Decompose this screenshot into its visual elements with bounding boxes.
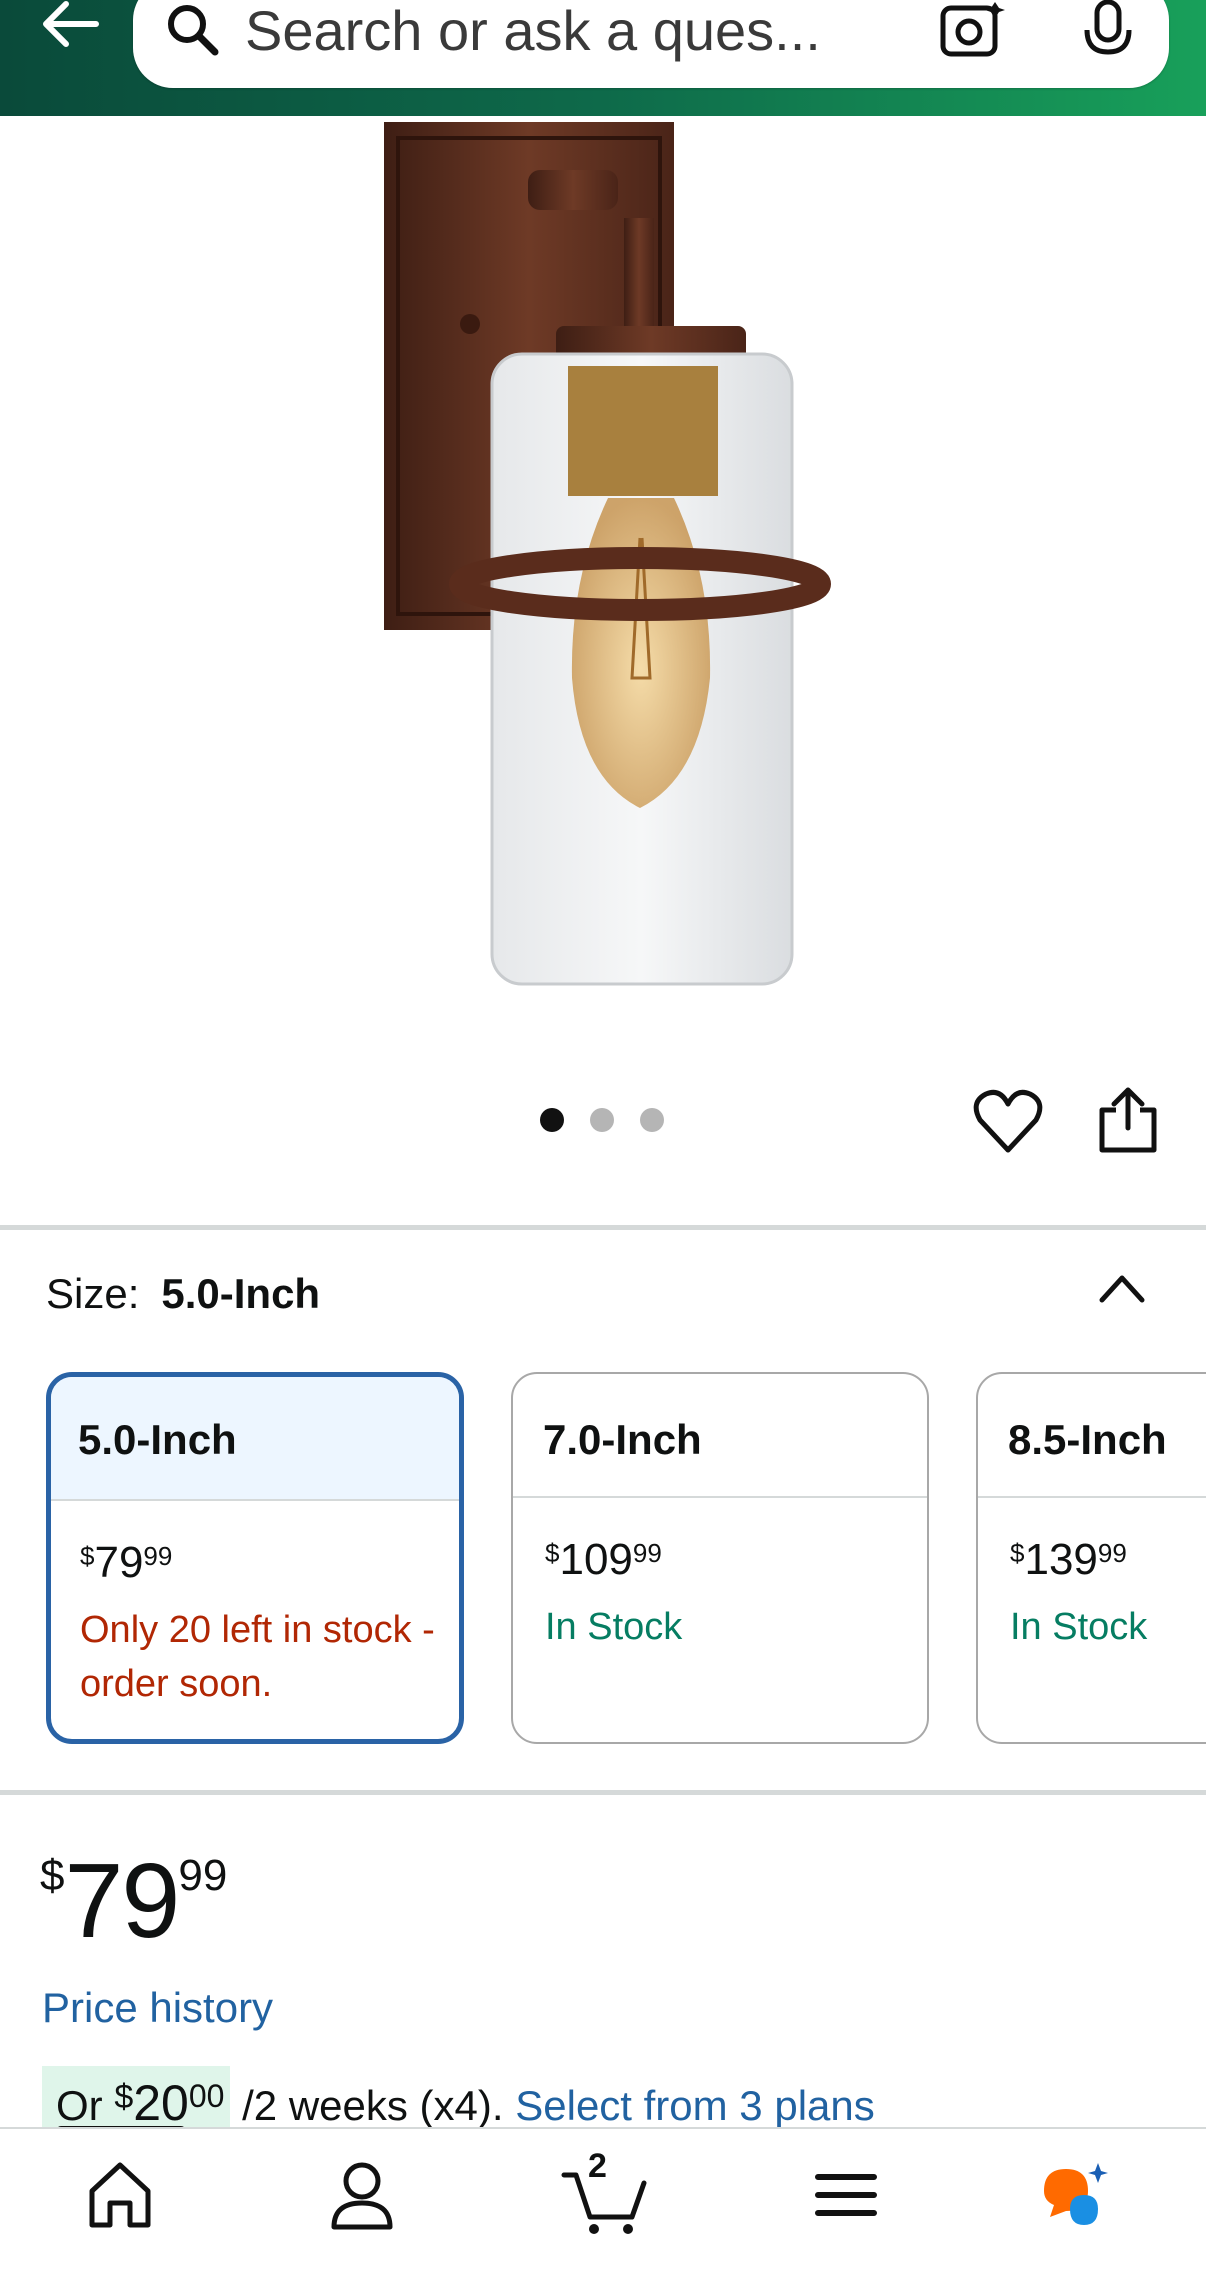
carousel-dot[interactable]	[590, 1108, 614, 1132]
voice-search-button[interactable]	[1073, 0, 1143, 68]
selected-size-value: 5.0-Inch	[161, 1270, 321, 1317]
size-label: Size:	[46, 1270, 140, 1317]
chevron-up-icon	[1099, 1275, 1145, 1303]
back-button[interactable]	[34, 0, 104, 60]
rufus-assistant-icon	[1044, 2163, 1108, 2225]
size-option-name: 8.5-Inch	[978, 1374, 1206, 1498]
size-option-7-inch[interactable]: 7.0-Inch $10999 In Stock	[511, 1372, 929, 1744]
installment-period: /2 weeks (x4).	[230, 2082, 516, 2129]
size-option-stock: In Stock	[1010, 1606, 1148, 1648]
menu-icon	[815, 2174, 877, 2216]
top-header	[0, 0, 1206, 116]
add-to-list-button[interactable]	[972, 1088, 1044, 1156]
search-input[interactable]	[245, 0, 1005, 62]
cart-count: 2	[588, 2147, 607, 2185]
search-icon	[168, 5, 219, 56]
nav-cart[interactable]: 2	[560, 2147, 652, 2235]
size-option-price: $10999	[545, 1535, 662, 1584]
heart-icon	[973, 1089, 1043, 1153]
product-image[interactable]	[340, 118, 860, 998]
price-history-link[interactable]: Price history	[42, 1984, 273, 2032]
section-divider	[0, 1225, 1206, 1230]
back-arrow-icon	[43, 1, 99, 47]
microphone-icon	[1084, 0, 1132, 55]
nav-menu[interactable]	[806, 2155, 886, 2235]
size-option-stock: In Stock	[545, 1606, 683, 1648]
share-icon	[1099, 1087, 1157, 1153]
collapse-size-button[interactable]	[1094, 1262, 1150, 1314]
size-option-name: 7.0-Inch	[513, 1374, 927, 1498]
size-selector-header: Size: 5.0-Inch	[46, 1270, 320, 1330]
share-button[interactable]	[1096, 1084, 1160, 1156]
size-option-8-5-inch[interactable]: 8.5-Inch $13999 In Stock	[976, 1372, 1206, 1744]
nav-rufus-assistant[interactable]	[1036, 2155, 1116, 2235]
size-option-name: 5.0-Inch	[51, 1377, 459, 1501]
image-carousel-dots[interactable]	[540, 1108, 670, 1134]
select-plans-link[interactable]: Select from 3 plans	[515, 2082, 875, 2129]
bottom-navigation: 2	[0, 2127, 1206, 2271]
size-option-stock: Only 20 left in stock - order soon.	[80, 1609, 435, 1705]
camera-search-button[interactable]	[937, 0, 1009, 64]
home-icon	[89, 2162, 151, 2228]
section-divider	[0, 1790, 1206, 1795]
nav-account[interactable]	[322, 2155, 402, 2235]
account-icon	[331, 2162, 393, 2230]
camera-icon	[940, 2, 1005, 57]
search-bar[interactable]	[133, 0, 1169, 88]
size-option-price: $13999	[1010, 1535, 1127, 1584]
size-option-price: $7999	[80, 1538, 173, 1587]
nav-home[interactable]	[80, 2155, 160, 2235]
size-option-5-inch[interactable]: 5.0-Inch $7999 Only 20 left in stock - o…	[46, 1372, 464, 1744]
carousel-dot[interactable]	[640, 1108, 664, 1132]
product-price: $7999	[40, 1842, 228, 1960]
carousel-dot[interactable]	[540, 1108, 564, 1132]
wall-sconce-image	[384, 122, 831, 986]
